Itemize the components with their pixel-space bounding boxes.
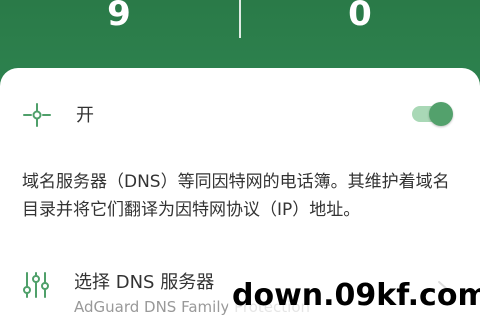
protection-toggle[interactable] <box>410 102 454 126</box>
watermark: down.09kf.com <box>228 278 480 314</box>
stat-value-right: 0 <box>348 0 372 34</box>
stats-divider <box>239 0 241 38</box>
dns-server-title: 选择 DNS 服务器 <box>74 272 215 293</box>
toggle-knob <box>429 102 453 126</box>
sliders-icon <box>23 272 49 298</box>
dns-protection-row[interactable]: 开 <box>0 94 480 134</box>
screen: 9 0 开 域名服务器（DNS）等同因特网的电话簿。其维护着域名目录并将它们翻译… <box>0 0 480 320</box>
hub-icon <box>23 103 51 127</box>
protection-label: 开 <box>76 105 94 126</box>
stat-value-left: 9 <box>107 0 131 34</box>
dns-description: 域名服务器（DNS）等同因特网的电话簿。其维护着域名目录并将它们翻译为因特网协议… <box>22 172 450 220</box>
